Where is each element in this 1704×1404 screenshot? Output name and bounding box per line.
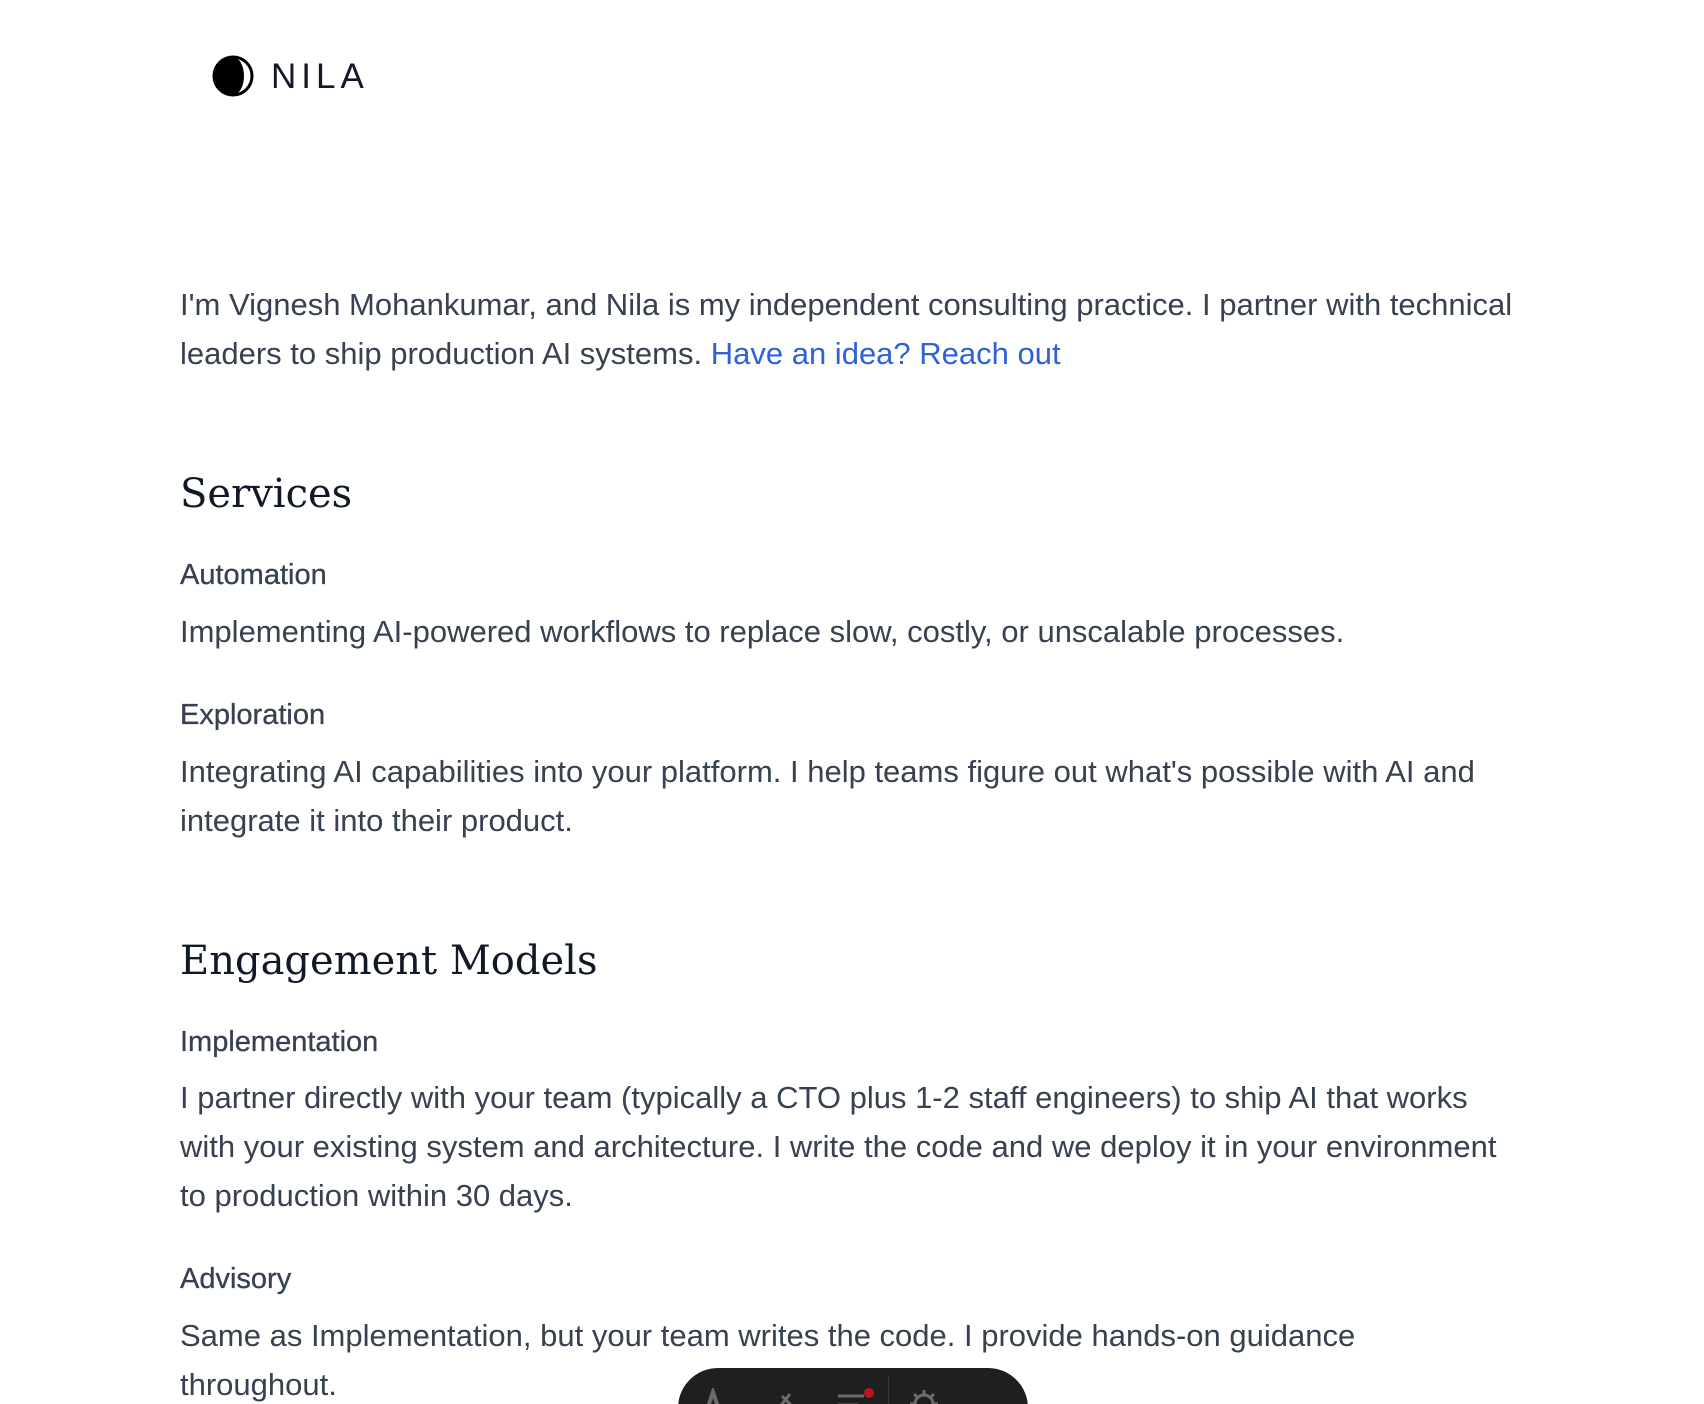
settings-icon[interactable] — [889, 1388, 959, 1404]
engagement-title: Advisory — [180, 1263, 292, 1296]
service-item-automation: Automation Implementing AI-powered workf… — [180, 558, 1520, 656]
moon-logo-icon — [212, 55, 254, 97]
intro-paragraph: I'm Vignesh Mohankumar, and Nila is my i… — [180, 280, 1520, 378]
services-section: Services Automation Implementing AI-powe… — [180, 470, 1520, 845]
engagement-section: Engagement Models Implementation I partn… — [180, 937, 1520, 1404]
engagement-heading: Engagement Models — [180, 937, 598, 984]
floating-toolbar — [678, 1368, 1028, 1404]
services-heading: Services — [180, 471, 353, 517]
gear-icon — [910, 1390, 938, 1404]
service-title: Automation — [180, 559, 327, 591]
main-content: I'm Vignesh Mohankumar, and Nila is my i… — [180, 280, 1520, 1404]
highlight-icon[interactable] — [748, 1388, 818, 1404]
brand-name: NILA — [271, 56, 369, 96]
engagement-title: Implementation — [180, 1025, 379, 1058]
service-item-exploration: Exploration Integrating AI capabilities … — [180, 698, 1520, 845]
service-description: Integrating AI capabilities into your pl… — [180, 753, 1475, 838]
service-title: Exploration — [180, 698, 326, 731]
highlight-icon-glyph — [780, 1393, 793, 1404]
text-icon-glyph — [706, 1388, 720, 1404]
text-icon[interactable] — [678, 1388, 748, 1404]
engagement-description: I partner directly with your team (typic… — [180, 1080, 1497, 1214]
list-icon[interactable] — [818, 1388, 888, 1404]
logo-link[interactable]: NILA — [211, 52, 369, 100]
notification-dot — [864, 1388, 874, 1398]
service-description: Implementing AI-powered workflows to rep… — [180, 613, 1345, 649]
contact-link[interactable]: Have an idea? Reach out — [711, 336, 1061, 371]
engagement-item-implementation: Implementation I partner directly with y… — [180, 1025, 1520, 1221]
